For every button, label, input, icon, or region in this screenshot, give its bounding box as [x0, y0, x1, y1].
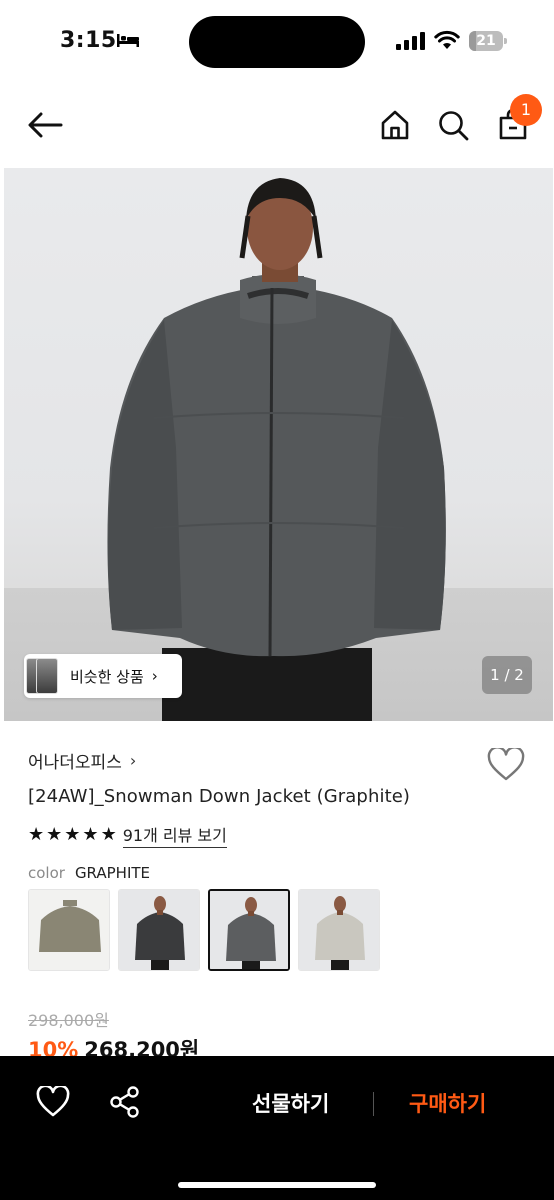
color-row: color GRAPHITE: [28, 864, 150, 882]
battery-percent: 21: [476, 33, 496, 49]
color-swatch-light-grey[interactable]: [298, 889, 380, 971]
top-navigation: [0, 80, 554, 168]
home-icon: [381, 110, 409, 140]
color-swatches: [28, 889, 388, 973]
discount-rate: 10%: [28, 1038, 79, 1056]
share-icon: [110, 1086, 139, 1118]
bottom-wishlist-button[interactable]: [36, 1084, 72, 1120]
rating-row: ★ ★ ★ ★ ★ 91개 리뷰 보기: [28, 822, 227, 848]
brand-link[interactable]: 어나더오피스 ›: [28, 748, 136, 773]
brand-name: 어나더오피스: [28, 753, 122, 773]
bottom-action-bar: 선물하기 구매하기: [0, 1056, 554, 1200]
similar-thumb: [36, 658, 58, 694]
chevron-right-icon: ›: [151, 667, 158, 685]
sale-price: 268,200원: [84, 1038, 200, 1056]
color-swatch-charcoal[interactable]: [118, 889, 200, 971]
buy-button[interactable]: 구매하기: [409, 1088, 486, 1118]
heart-icon: [487, 746, 525, 781]
heart-icon: [36, 1084, 70, 1117]
swatch-thumbnail: [299, 890, 379, 970]
similar-thumbnails: [24, 654, 64, 698]
swatch-thumbnail: [119, 890, 199, 970]
star-icon: ★: [46, 824, 63, 845]
star-icon: ★: [28, 824, 45, 845]
home-button[interactable]: [374, 104, 416, 146]
product-name: [24AW]_Snowman Down Jacket (Graphite): [28, 786, 411, 807]
search-button[interactable]: [432, 104, 474, 146]
image-page-indicator: 1 / 2: [482, 656, 532, 694]
selected-color: GRAPHITE: [74, 864, 151, 882]
sleep-bed-icon: [117, 34, 139, 47]
cart-count-badge: 1: [510, 94, 542, 126]
original-price: 298,000원: [28, 1011, 109, 1030]
status-time: 3:15: [60, 28, 117, 53]
rating-stars: ★ ★ ★ ★ ★: [28, 824, 119, 846]
similar-products-button[interactable]: 비슷한 상품 ›: [24, 654, 182, 698]
color-label: color: [28, 864, 65, 882]
swatch-thumbnail: [210, 891, 288, 969]
wishlist-button[interactable]: [487, 746, 525, 784]
signal-icon: [396, 32, 425, 50]
swatch-thumbnail: [29, 890, 109, 970]
similar-products-label: 비슷한 상품: [70, 667, 144, 686]
back-button[interactable]: [24, 104, 66, 146]
search-icon: [439, 111, 469, 141]
home-indicator: [178, 1182, 376, 1188]
star-icon: ★: [64, 824, 81, 845]
product-image-gallery[interactable]: 비슷한 상품 › 1 / 2: [4, 168, 553, 721]
action-divider: [373, 1092, 374, 1116]
price-row: 10% 268,200원: [28, 1034, 199, 1056]
status-bar: 3:15 21: [0, 0, 554, 80]
review-link[interactable]: 91개 리뷰 보기: [122, 822, 227, 848]
chevron-right-icon: ›: [129, 751, 137, 770]
star-icon: ★: [100, 824, 117, 845]
gift-button[interactable]: 선물하기: [252, 1088, 329, 1118]
wifi-icon: [434, 30, 460, 49]
share-button[interactable]: [108, 1086, 144, 1120]
battery-tip: [504, 38, 507, 44]
color-swatch-khaki[interactable]: [28, 889, 110, 971]
battery-icon: 21: [469, 31, 507, 51]
color-swatch-graphite[interactable]: [208, 889, 290, 971]
dynamic-island: [189, 16, 365, 68]
star-icon: ★: [82, 824, 99, 845]
product-photo: [107, 178, 446, 721]
back-arrow-icon: [28, 112, 63, 138]
